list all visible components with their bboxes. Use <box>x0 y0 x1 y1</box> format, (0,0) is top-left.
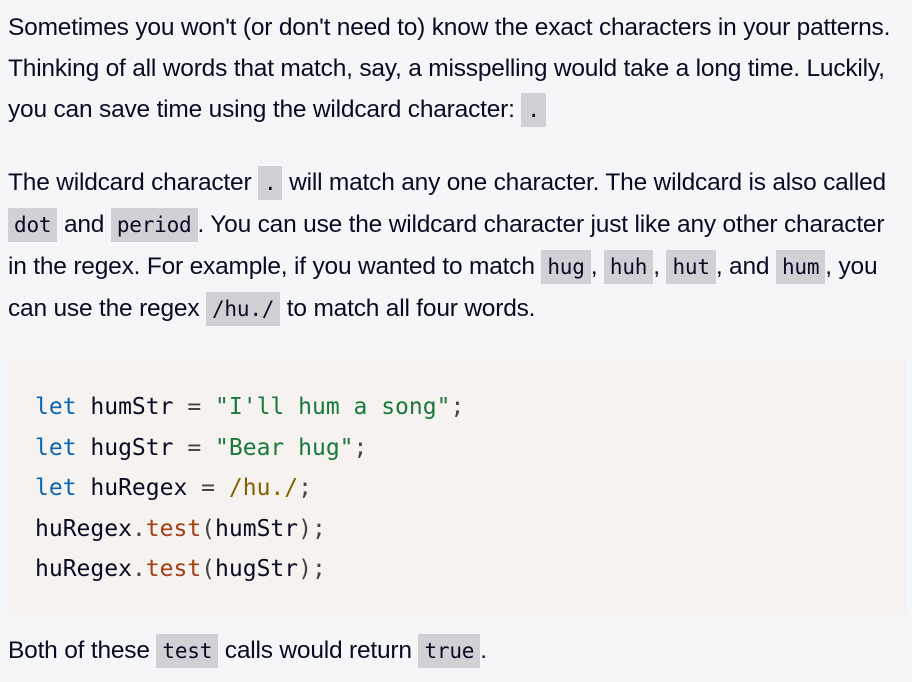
paragraph-text: , and <box>715 253 776 280</box>
string-literal: "Bear hug" <box>215 434 354 461</box>
identifier: huRegex <box>76 475 202 501</box>
paragraph-text: . <box>480 637 487 664</box>
paragraph-intro: Sometimes you won't (or don't need to) k… <box>8 7 906 131</box>
code-line-3: let huRegex = /hu./; <box>35 468 464 509</box>
paragraph-conclusion: Both of these test calls would return tr… <box>8 630 906 672</box>
identifier: humStr <box>76 394 188 420</box>
code-pre: let humStr = "I'll hum a song"; let hugSt… <box>35 387 464 590</box>
argument: humStr <box>215 515 299 542</box>
paragraph-text: to match all four words. <box>280 295 536 322</box>
paragraph-text: will match any one character. The wildca… <box>282 169 886 196</box>
keyword-let: let <box>35 434 77 461</box>
inline-code-regex: /hu./ <box>205 292 281 326</box>
string-literal: "I'll hum a song" <box>215 394 451 420</box>
operator-assign: = <box>187 394 202 420</box>
paren-open: ( <box>201 556 216 582</box>
semicolon: ; <box>353 434 368 461</box>
code-block: let humStr = "I'll hum a song"; let hugSt… <box>8 360 906 615</box>
paragraph-text: , <box>590 253 604 280</box>
inline-code-period: period <box>110 208 198 242</box>
regex-literal: /hu./ <box>228 475 299 501</box>
keyword-let: let <box>35 475 77 501</box>
inline-code-hug: hug <box>541 250 591 284</box>
semicolon: ; <box>450 394 465 420</box>
paragraph-text: , <box>653 253 667 280</box>
inline-code-hut: hut <box>666 250 716 284</box>
paren-close: ) <box>298 515 312 542</box>
inline-code-test: test <box>156 634 219 668</box>
paren-close: ) <box>298 556 312 582</box>
code-line-2: let hugStr = "Bear hug"; <box>35 428 464 469</box>
method-name: test <box>145 515 202 542</box>
inline-code-huh: huh <box>603 250 654 284</box>
operator-assign: = <box>201 475 216 501</box>
paragraph-text: and <box>57 211 111 238</box>
identifier: huRegex <box>35 515 132 542</box>
paragraph-text: Sometimes you won't (or don't need to) k… <box>8 14 891 123</box>
inline-code-wildcard: . <box>521 93 546 127</box>
paragraph-explanation: The wildcard character . will match any … <box>8 162 906 330</box>
keyword-let: let <box>35 394 77 420</box>
dot-operator: . <box>131 515 146 542</box>
inline-code-hum: hum <box>775 250 826 284</box>
argument: hugStr <box>215 556 299 582</box>
paragraph-text: Both of these <box>8 637 157 664</box>
code-line-4: huRegex.test(humStr); <box>35 509 464 550</box>
code-line-5: huRegex.test(hugStr); <box>35 549 464 590</box>
inline-code-dot: dot <box>8 208 58 242</box>
semicolon: ; <box>312 556 326 582</box>
lesson-content: Sometimes you won't (or don't need to) k… <box>0 0 912 682</box>
semicolon: ; <box>298 475 312 501</box>
inline-code-wildcard: . <box>258 166 283 200</box>
dot-operator: . <box>131 556 146 582</box>
semicolon: ; <box>312 515 326 542</box>
inline-code-true: true <box>418 634 481 668</box>
identifier: hugStr <box>76 434 188 461</box>
paren-open: ( <box>201 515 216 542</box>
operator-assign: = <box>187 434 202 461</box>
paragraph-text: calls would return <box>218 637 419 664</box>
code-line-1: let humStr = "I'll hum a song"; <box>35 387 464 428</box>
method-name: test <box>145 556 202 582</box>
paragraph-text: The wildcard character <box>8 169 259 196</box>
identifier: huRegex <box>35 556 132 582</box>
